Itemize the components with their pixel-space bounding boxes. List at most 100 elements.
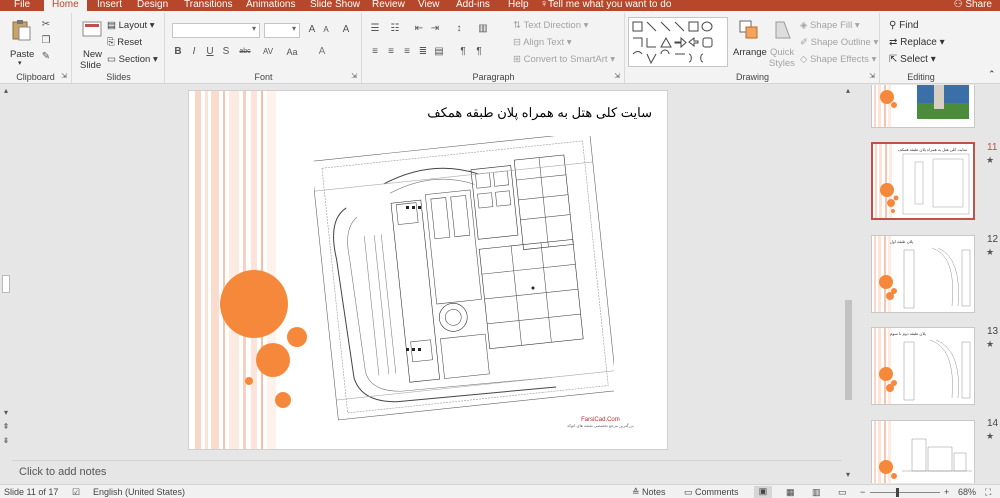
- spellcheck-icon[interactable]: ☑: [72, 487, 80, 498]
- align-right-icon[interactable]: ≡: [401, 46, 413, 58]
- dialog-launcher-icon[interactable]: ⇲: [866, 71, 878, 83]
- shapes-gallery[interactable]: [628, 17, 728, 67]
- cut-icon[interactable]: ✂: [40, 19, 52, 31]
- share-button[interactable]: ⚇ Share: [954, 0, 992, 11]
- columns-icon[interactable]: ▥: [477, 23, 489, 35]
- clear-formatting-icon[interactable]: A: [340, 24, 352, 36]
- shape-fill-button[interactable]: ◈ Shape Fill ▾: [800, 20, 860, 31]
- tab-file[interactable]: File: [14, 0, 30, 11]
- thumbnail-slide-14[interactable]: [871, 420, 975, 483]
- normal-view-icon[interactable]: ▣: [754, 486, 772, 498]
- tab-insert[interactable]: Insert: [97, 0, 122, 11]
- scroll-up-icon[interactable]: ▴: [842, 85, 854, 97]
- zoom-slider-thumb[interactable]: [896, 488, 899, 497]
- shadow-button[interactable]: S: [220, 46, 232, 58]
- thumbnail-slide-10[interactable]: [871, 85, 975, 128]
- slide-title[interactable]: سایت کلی هتل به همراه پلان طبقه همکف: [427, 105, 652, 121]
- next-slide-icon[interactable]: ⇟: [0, 435, 12, 447]
- zoom-slider[interactable]: [870, 488, 940, 497]
- tab-design[interactable]: Design: [137, 0, 168, 11]
- underline-button[interactable]: U: [204, 46, 216, 58]
- rtl-icon[interactable]: ¶: [457, 46, 469, 58]
- thumbnail-slide-13[interactable]: پلان طبقه دوم تا سوم: [871, 327, 975, 405]
- new-slide-button[interactable]: New Slide: [77, 17, 105, 71]
- scroll-thumb[interactable]: [2, 275, 10, 293]
- smartart-button[interactable]: ⊞ Convert to SmartArt ▾: [513, 54, 615, 65]
- increase-indent-icon[interactable]: ⇥: [429, 23, 441, 35]
- increase-font-icon[interactable]: A: [306, 24, 318, 36]
- thumbnail-slide-11[interactable]: سایت کلی هتل به همراه پلان طبقه همکف: [871, 142, 975, 220]
- text-direction-button[interactable]: ⇅ Text Direction ▾: [513, 20, 588, 31]
- shape-outline-button[interactable]: ✐ Shape Outline ▾: [800, 37, 878, 48]
- floor-plan-image[interactable]: [314, 136, 614, 421]
- copy-icon[interactable]: ❐: [40, 35, 52, 47]
- language-indicator[interactable]: English (United States): [93, 487, 185, 497]
- tab-review[interactable]: Review: [372, 0, 405, 11]
- tab-slide-show[interactable]: Slide Show: [310, 0, 360, 11]
- reset-button[interactable]: ⎘ Reset: [107, 37, 142, 48]
- italic-button[interactable]: I: [188, 46, 200, 58]
- slide-sorter-icon[interactable]: ▦: [786, 487, 795, 498]
- tab-help[interactable]: Help: [508, 0, 529, 11]
- bullets-icon[interactable]: ☰: [369, 23, 381, 35]
- dialog-launcher-icon[interactable]: ⇲: [611, 71, 623, 83]
- dialog-launcher-icon[interactable]: ⇲: [348, 71, 360, 83]
- scroll-down-icon[interactable]: ▾: [842, 469, 854, 481]
- find-button[interactable]: ⚲ Find: [889, 20, 919, 31]
- paste-icon: [12, 20, 31, 41]
- font-name-combo[interactable]: ▾: [172, 23, 260, 38]
- align-left-icon[interactable]: ≡: [369, 46, 381, 58]
- notes-button[interactable]: ≙ Notes: [632, 487, 666, 498]
- previous-slide-icon[interactable]: ⇞: [0, 421, 12, 433]
- bold-button[interactable]: B: [172, 46, 184, 58]
- collapse-ribbon-icon[interactable]: ⌃: [988, 69, 996, 80]
- comments-label: Comments: [695, 487, 739, 497]
- thumbnail-slide-12[interactable]: پلان طبقه اول: [871, 235, 975, 313]
- dialog-launcher-icon[interactable]: ⇲: [58, 71, 70, 83]
- tab-home[interactable]: Home: [44, 0, 87, 11]
- arrange-button[interactable]: Arrange: [732, 17, 767, 69]
- slide-pane-scrollbar[interactable]: ▴ ▾: [842, 85, 855, 483]
- replace-button[interactable]: ⇄ Replace ▾: [889, 37, 945, 48]
- character-spacing-button[interactable]: AV: [260, 46, 276, 58]
- strikethrough-button[interactable]: abc: [236, 46, 254, 58]
- zoom-in-button[interactable]: +: [944, 487, 949, 497]
- scroll-up-icon[interactable]: ▴: [0, 85, 12, 97]
- select-button[interactable]: ⇱ Select ▾: [889, 54, 936, 65]
- font-color-icon[interactable]: A: [316, 46, 328, 58]
- notes-pane[interactable]: Click to add notes: [12, 460, 842, 484]
- reading-view-icon[interactable]: ▥: [812, 487, 821, 498]
- tab-transitions[interactable]: Transitions: [184, 0, 233, 11]
- scroll-down-icon[interactable]: ▾: [0, 407, 12, 419]
- paste-button[interactable]: Paste ▾: [6, 17, 36, 67]
- layout-button[interactable]: ▤ Layout ▾: [107, 20, 155, 31]
- tab-view[interactable]: View: [418, 0, 440, 11]
- section-button[interactable]: ▭ Section ▾: [107, 54, 158, 65]
- zoom-out-button[interactable]: −: [860, 487, 865, 497]
- line-spacing-icon[interactable]: ↕: [453, 23, 465, 35]
- zoom-level[interactable]: 68%: [958, 487, 976, 497]
- slideshow-view-icon[interactable]: ▭: [838, 487, 847, 498]
- change-case-button[interactable]: Aa: [284, 46, 300, 58]
- align-center-icon[interactable]: ≡: [385, 46, 397, 58]
- pen-icon: ✐: [800, 37, 811, 48]
- quick-styles-button[interactable]: Quick Styles: [768, 17, 798, 69]
- shape-effects-button[interactable]: ◇ Shape Effects ▾: [800, 54, 876, 65]
- tell-me-search[interactable]: Tell me what you want to do: [548, 0, 671, 11]
- fit-to-window-icon[interactable]: ⛶: [985, 487, 991, 498]
- comments-button[interactable]: ▭ Comments: [684, 487, 739, 498]
- numbering-icon[interactable]: ☷: [389, 23, 401, 35]
- font-size-combo[interactable]: ▾: [264, 23, 300, 38]
- decrease-indent-icon[interactable]: ⇤: [413, 23, 425, 35]
- tab-animations[interactable]: Animations: [246, 0, 295, 11]
- justify-icon[interactable]: ≣: [417, 46, 429, 58]
- ltr-icon[interactable]: ¶: [473, 46, 485, 58]
- decrease-font-icon[interactable]: A: [320, 24, 332, 36]
- format-painter-icon[interactable]: ✎: [40, 51, 52, 63]
- tab-add-ins[interactable]: Add-ins: [456, 0, 490, 11]
- slide-canvas[interactable]: سایت کلی هتل به همراه پلان طبقه همکف Far…: [189, 91, 667, 449]
- distributed-icon[interactable]: ▤: [433, 46, 445, 58]
- scroll-thumb[interactable]: [845, 300, 852, 400]
- chevron-down-icon: ▾: [251, 24, 256, 33]
- align-text-button[interactable]: ⊟ Align Text ▾: [513, 37, 572, 48]
